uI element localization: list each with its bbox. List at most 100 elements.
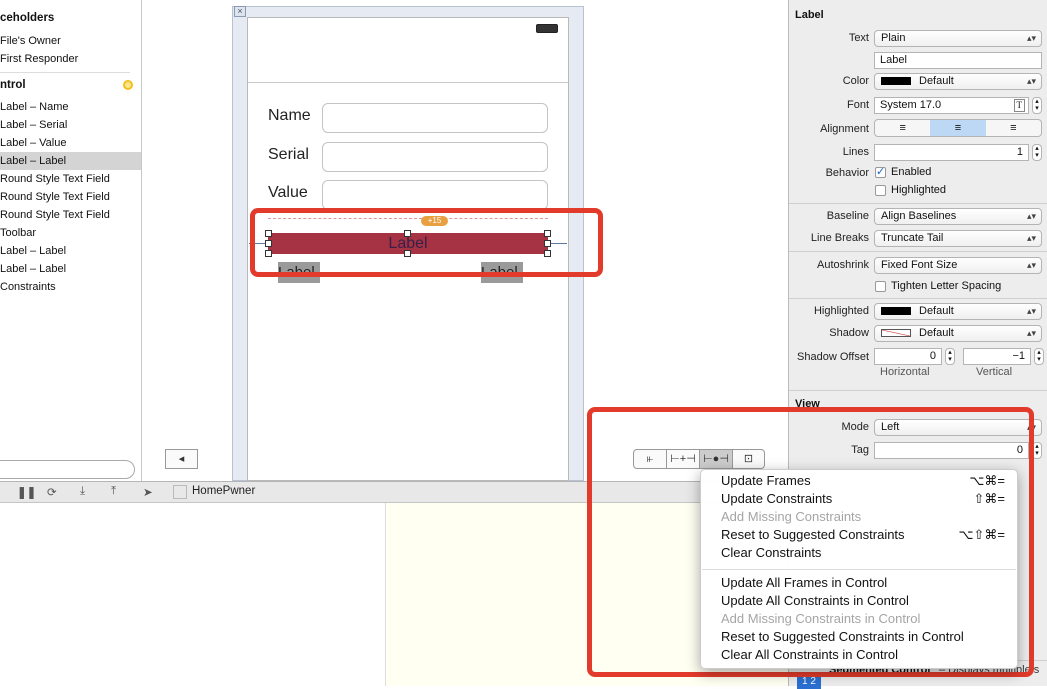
shadow-offset-label: Shadow Offset [797,351,869,363]
highlighted-checkbox[interactable] [875,185,886,196]
vertical-label: Vertical [976,366,1013,378]
menu-item-add-missing-constraints: Add Missing Constraints [721,509,862,524]
name-label[interactable]: Name [268,107,311,125]
close-icon[interactable]: × [234,6,246,17]
tighten-label: Tighten Letter Spacing [891,280,1002,292]
name-text-field[interactable] [322,103,548,133]
baseline-value: Align Baselines [881,210,957,222]
outline-item[interactable]: Toolbar [0,224,141,242]
outline-item[interactable]: Label – Label [0,260,141,278]
align-left-icon[interactable]: ≡ [875,120,930,136]
pause-icon[interactable]: ❚❚ [17,485,36,499]
outline-item-files-owner[interactable]: File's Owner [0,32,141,50]
font-picker-icon[interactable]: T [1013,99,1025,112]
menu-item-clear-constraints[interactable]: Clear Constraints [721,544,1011,562]
lines-stepper[interactable]: ▴ ▾ [1032,144,1042,161]
serial-label[interactable]: Serial [268,146,309,164]
divider [789,203,1047,204]
lines-label: Lines [842,146,869,158]
color-popup[interactable]: Default ▴▾ [874,73,1042,90]
line-breaks-label: Line Breaks [810,232,869,244]
line-breaks-value: Truncate Tail [881,232,944,244]
toggle-dock-button[interactable]: ◂ [165,449,198,469]
autoshrink-popup[interactable]: Fixed Font Size ▴▾ [874,257,1042,274]
outline-item-selected[interactable]: Label – Label [0,152,141,170]
text-value-field[interactable]: Label [874,52,1042,69]
shadow-offset-h-stepper[interactable]: ▴ ▾ [945,348,955,365]
color-label: Color [842,75,869,87]
menu-item-update-constraints[interactable]: Update Constraints ⇧⌘= [721,490,1011,508]
align-center-icon[interactable]: ≡ [930,120,986,136]
text-type-popup[interactable]: Plain ▴▾ [874,30,1042,47]
color-swatch [881,77,911,86]
outline-item-first-responder[interactable]: First Responder [0,50,141,68]
warning-icon[interactable] [123,80,133,90]
outline-item[interactable]: Label – Name [0,98,141,116]
outline-filter-input[interactable] [0,460,135,479]
segmented-control-icon: 1 2 [797,675,821,689]
font-size-stepper[interactable]: ▴ ▾ [1032,97,1042,114]
shadow-offset-v-field[interactable]: −1 [963,348,1031,365]
lines-field[interactable]: 1 [874,144,1029,161]
alignment-label: Alignment [820,123,869,135]
menu-item-reset-suggested-constraints-all[interactable]: Reset to Suggested Constraints in Contro… [721,628,1011,646]
highlighted-color-label: Highlighted [813,305,869,317]
shadow-label: Shadow [829,327,869,339]
outline-item[interactable]: Round Style Text Field [0,188,141,206]
menu-item-update-all-frames[interactable]: Update All Frames in Control [721,574,1011,592]
highlighted-label: Highlighted [891,184,947,196]
shadow-swatch [881,329,911,338]
shadow-offset-h-field[interactable]: 0 [874,348,942,365]
section-title-label: Label [795,9,824,21]
font-value: System 17.0 [880,99,942,111]
outline-item[interactable]: Label – Serial [0,116,141,134]
alignment-segmented-control[interactable]: ≡ ≡ ≡ [874,119,1042,137]
debug-target-name[interactable]: HomePwner [192,485,255,497]
annotation-highlight-label [250,208,603,277]
text-label: Text [848,32,869,44]
value-label[interactable]: Value [268,184,308,202]
menu-item-update-frames[interactable]: Update Frames ⌥⌘= [721,472,1011,490]
shadow-value: Default [919,327,954,339]
outline-item[interactable]: Round Style Text Field [0,206,141,224]
horizontal-label: Horizontal [880,366,930,378]
target-icon [173,485,187,499]
menu-item-update-all-constraints[interactable]: Update All Constraints in Control [721,592,1011,610]
behavior-label: Behavior [825,167,869,179]
font-field[interactable]: System 17.0 T [874,97,1029,114]
outline-item[interactable]: Label – Value [0,134,141,152]
value-text-field[interactable] [322,180,548,210]
section-control: ntrol [0,79,26,91]
tighten-checkbox[interactable] [875,281,886,292]
step-into-icon[interactable]: ⤓ [80,485,85,498]
step-over-icon[interactable]: ⟳ [47,485,57,499]
divider [0,72,130,73]
menu-item-reset-suggested-constraints[interactable]: Reset to Suggested Constraints ⌥⇧⌘= [721,526,1011,544]
autoshrink-value: Fixed Font Size [881,259,958,271]
shadow-offset-v-stepper[interactable]: ▴ ▾ [1034,348,1044,365]
enabled-label: Enabled [891,166,932,178]
highlighted-color-popup[interactable]: Default ▴▾ [874,303,1042,320]
baseline-label: Baseline [826,210,869,222]
outline-item[interactable]: Label – Label [0,242,141,260]
divider [789,390,1047,391]
menu-item-add-missing-constraints-all: Add Missing Constraints in Control [721,611,921,626]
font-label: Font [846,99,869,111]
line-breaks-popup[interactable]: Truncate Tail ▴▾ [874,230,1042,247]
align-right-icon[interactable]: ≡ [986,120,1041,136]
autoshrink-label: Autoshrink [817,259,869,271]
section-placeholders: ceholders [0,12,55,24]
color-value: Default [919,75,954,87]
enabled-checkbox[interactable]: ✓ [875,167,886,178]
outline-item[interactable]: Round Style Text Field [0,170,141,188]
menu-item-clear-all-constraints[interactable]: Clear All Constraints in Control [721,646,1011,664]
color-swatch [881,307,911,316]
variables-view[interactable] [0,503,385,686]
baseline-popup[interactable]: Align Baselines ▴▾ [874,208,1042,225]
outline-item[interactable]: Constraints [0,278,141,296]
location-icon[interactable]: ➤ [143,485,153,499]
serial-text-field[interactable] [322,142,548,172]
menu-separator [702,569,1016,570]
step-out-icon[interactable]: ⤒ [111,485,116,498]
shadow-popup[interactable]: Default ▴▾ [874,325,1042,342]
